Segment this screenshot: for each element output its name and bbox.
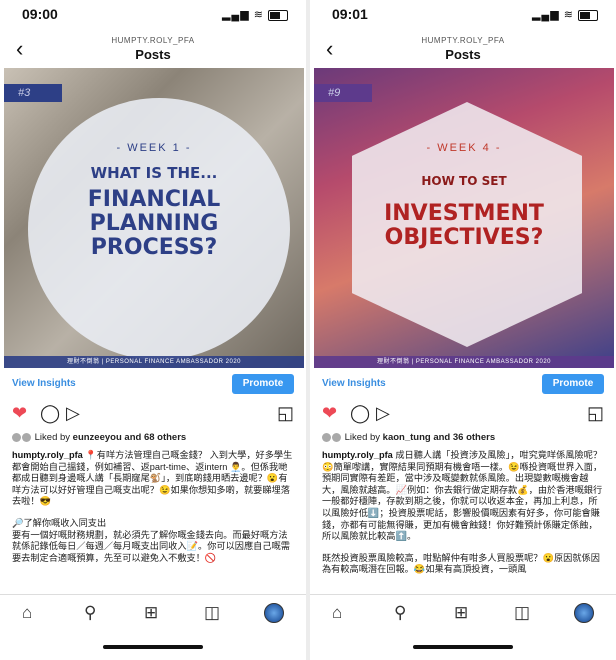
caption-text-more: 要有一個好嘅財務規劃，就必須先了解你嘅金錢去向。而最好嘅方法就係記錄低每日／每週…: [12, 529, 290, 563]
profile-avatar-icon[interactable]: [574, 603, 594, 623]
status-bar: 09:00 ▂▄▆ ≋: [0, 6, 306, 26]
post-footer-credit: 理財不倒翁 | PERSONAL FINANCE AMBASSADOR 2020: [4, 356, 304, 368]
profile-avatar-icon[interactable]: [264, 603, 284, 623]
post-caption: humpty.roly_pfa 📍有咩方法管理自己嘅金錢？ 入到大學，好多學生都…: [12, 450, 296, 564]
bookmark-icon[interactable]: ◱: [587, 402, 604, 424]
shop-bag-icon[interactable]: ◫: [204, 603, 220, 623]
header-username: HUMPTY.ROLY_PFA: [421, 36, 505, 45]
status-icons: ▂▄▆ ≋: [222, 8, 288, 21]
post-number-tag: #9: [314, 84, 372, 102]
add-post-icon[interactable]: ⊞: [144, 603, 158, 623]
caption-text: 成日聽人講「投資涉及風險」，咁究竟咩係風險呢？😳簡單嚟講，實際結果同預期有機會唔…: [322, 450, 603, 542]
post-headline-small: HOW TO SET: [421, 174, 507, 188]
post-image[interactable]: #3 - WEEK 1 - WHAT IS THE... FINANCIAL P…: [4, 68, 304, 368]
likes-line: Liked by kaon_tung and 36 others: [322, 432, 606, 443]
status-bar: 09:01 ▂▄▆ ≋: [310, 6, 616, 26]
signal-wifi-icon: ▂▄▆ ≋: [531, 9, 574, 21]
comment-icon[interactable]: ◯: [40, 402, 60, 424]
post-headline-line: FINANCIAL: [87, 187, 221, 212]
phone-screen-right: 09:01 ▂▄▆ ≋ ‹ HUMPTY.ROLY_PFA Posts #9 -…: [310, 0, 616, 660]
home-icon[interactable]: ⌂: [332, 603, 342, 623]
back-chevron-icon[interactable]: ‹: [16, 36, 23, 62]
post-headline-line: PROCESS?: [90, 234, 218, 260]
status-time: 09:01: [332, 6, 368, 22]
liked-prefix: Liked by: [34, 432, 71, 443]
post-caption: humpty.roly_pfa 成日聽人講「投資涉及風險」，咁究竟咩係風險呢？😳…: [322, 450, 606, 576]
post-actions: ❤ ◯ ▷ ◱: [0, 402, 306, 426]
caption-username[interactable]: humpty.roly_pfa: [322, 450, 393, 460]
header-title: Posts: [135, 47, 171, 62]
post-image[interactable]: #9 - WEEK 4 - HOW TO SET INVESTMENT OBJE…: [314, 68, 614, 368]
caption-subheading: 🔎了解你嘅收入同支出: [12, 517, 107, 528]
heart-icon[interactable]: ❤: [322, 402, 337, 424]
home-indicator: [103, 645, 203, 649]
shop-bag-icon[interactable]: ◫: [514, 603, 530, 623]
post-headline-big: FINANCIAL PLANNING PROCESS?: [4, 188, 304, 259]
search-icon[interactable]: ⚲: [394, 603, 406, 623]
post-headline-big: INVESTMENT OBJECTIVES?: [314, 202, 614, 250]
liker-avatar: [332, 432, 341, 442]
phone-screen-left: 09:00 ▂▄▆ ≋ ‹ HUMPTY.ROLY_PFA Posts #3 -…: [0, 0, 306, 660]
back-chevron-icon[interactable]: ‹: [326, 36, 333, 62]
post-number-tag: #3: [4, 84, 62, 102]
post-actions: ❤ ◯ ▷ ◱: [310, 402, 616, 426]
post-headline-line: OBJECTIVES?: [384, 224, 544, 250]
posts-header: ‹ HUMPTY.ROLY_PFA Posts: [310, 34, 616, 66]
liked-others-link[interactable]: and 36 others: [433, 432, 495, 443]
post-week-label: - WEEK 1 -: [116, 142, 192, 154]
view-insights-link[interactable]: View Insights: [322, 378, 386, 389]
promote-button[interactable]: Promote: [232, 374, 294, 394]
liked-user-link[interactable]: kaon_tung: [383, 432, 431, 443]
add-post-icon[interactable]: ⊞: [454, 603, 468, 623]
battery-icon: [268, 9, 288, 21]
post-week-label: - WEEK 4 -: [426, 142, 502, 154]
post-footer-credit: 理財不倒翁 | PERSONAL FINANCE AMBASSADOR 2020: [314, 356, 614, 368]
heart-icon[interactable]: ❤: [12, 402, 27, 424]
insights-bar: View Insights Promote: [0, 374, 306, 396]
liker-avatar: [22, 432, 31, 442]
share-icon[interactable]: ▷: [66, 402, 80, 424]
liked-prefix: Liked by: [344, 432, 381, 443]
header-username: HUMPTY.ROLY_PFA: [111, 36, 195, 45]
post-headline-small: WHAT IS THE...: [90, 164, 218, 182]
post-headline-line: PLANNING: [89, 210, 219, 236]
liked-others-link[interactable]: and 68 others: [124, 432, 186, 443]
caption-text-more: 既然投資股票風險較高，咁點解仲有咁多人買股票呢？😮原因就係因為有較高嘅潛在回報。…: [322, 552, 600, 575]
bottom-nav: ⌂ ⚲ ⊞ ◫: [0, 594, 306, 635]
share-icon[interactable]: ▷: [376, 402, 390, 424]
likes-line: Liked by eunzeeyou and 68 others: [12, 432, 296, 443]
caption-username[interactable]: humpty.roly_pfa: [12, 450, 83, 460]
status-icons: ▂▄▆ ≋: [532, 8, 598, 21]
liked-user-link[interactable]: eunzeeyou: [73, 432, 122, 443]
liker-avatar: [12, 432, 21, 442]
bottom-nav: ⌂ ⚲ ⊞ ◫: [310, 594, 616, 635]
posts-header: ‹ HUMPTY.ROLY_PFA Posts: [0, 34, 306, 66]
bookmark-icon[interactable]: ◱: [277, 402, 294, 424]
home-icon[interactable]: ⌂: [22, 603, 32, 623]
view-insights-link[interactable]: View Insights: [12, 378, 76, 389]
home-indicator: [413, 645, 513, 649]
post-headline-line: INVESTMENT: [384, 201, 544, 226]
status-time: 09:00: [22, 6, 58, 22]
header-title: Posts: [445, 47, 481, 62]
signal-wifi-icon: ▂▄▆ ≋: [221, 9, 264, 21]
insights-bar: View Insights Promote: [310, 374, 616, 396]
liker-avatar: [322, 432, 331, 442]
search-icon[interactable]: ⚲: [84, 603, 96, 623]
comment-icon[interactable]: ◯: [350, 402, 370, 424]
battery-icon: [578, 9, 598, 21]
promote-button[interactable]: Promote: [542, 374, 604, 394]
